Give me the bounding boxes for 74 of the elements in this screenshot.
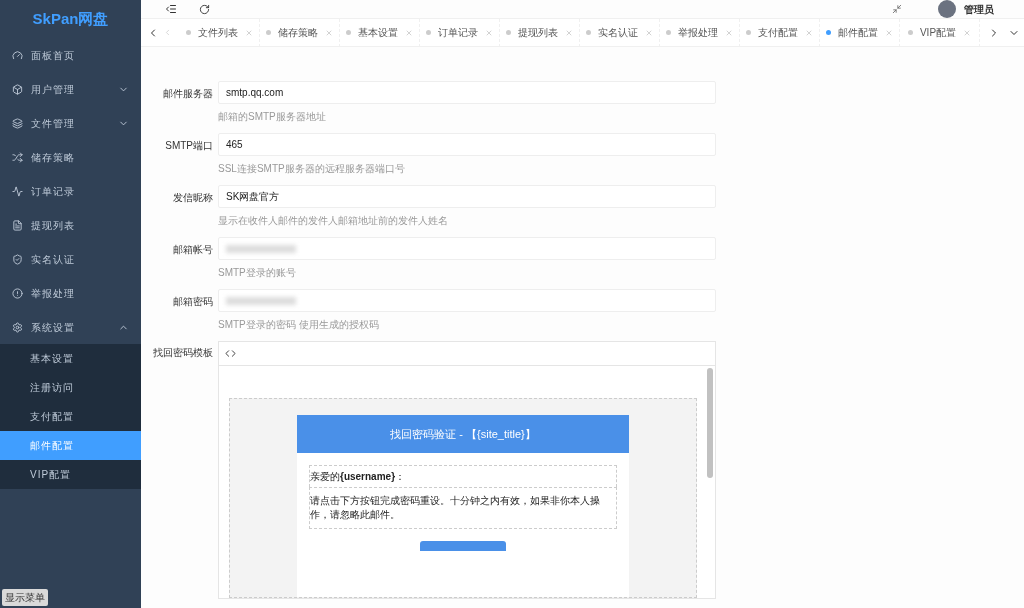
alert-circle-icon — [12, 287, 23, 299]
pulse-icon — [12, 185, 23, 197]
close-icon[interactable] — [485, 28, 493, 37]
greeting: 亲爱的{username}： — [309, 465, 617, 487]
close-icon[interactable] — [645, 28, 653, 37]
field-label: 邮箱密码 — [172, 295, 213, 309]
cube-icon — [12, 83, 23, 95]
rich-text-editor[interactable]: 找回密码验证 - 【{site_title}】 亲爱的{username}： 请点击下方按钮完成密码重设。十分钟之内有效，如果非你本人操作，请忽略此邮件。 — [218, 341, 716, 599]
sidebar-item[interactable]: 实名认证 — [0, 242, 141, 276]
sidebar-item[interactable]: 储存策略 — [0, 140, 141, 174]
submenu-item[interactable]: 支付配置 — [0, 402, 141, 431]
settings-icon — [12, 321, 23, 333]
blurred-input-field[interactable] — [218, 237, 716, 260]
shield-check-icon — [12, 253, 23, 265]
close-icon[interactable] — [805, 28, 813, 37]
scrollbar[interactable] — [707, 368, 713, 478]
blurred-input-field[interactable] — [218, 289, 716, 312]
tab[interactable]: 文件列表 — [180, 18, 260, 47]
submenu-item[interactable]: 注册访问 — [0, 373, 141, 402]
field-label: 发信昵称 — [172, 191, 213, 205]
chevron-left-icon — [163, 28, 172, 37]
field-hint: SMTP登录的账号 — [218, 267, 297, 279]
tab[interactable]: 支付配置 — [740, 18, 820, 47]
blurred-content — [226, 296, 296, 305]
user-name[interactable]: 管理员 — [964, 1, 994, 17]
close-icon[interactable] — [963, 28, 972, 37]
sidebar-item[interactable]: 举报处理 — [0, 276, 141, 310]
field-label: 邮件服务器 — [162, 87, 213, 101]
field-label: 邮箱帐号 — [172, 243, 213, 257]
field-label: SMTP端口 — [164, 139, 213, 153]
shuffle-icon — [12, 151, 23, 163]
show-menu-button[interactable]: 显示菜单 — [2, 589, 48, 606]
layers-icon — [12, 117, 23, 129]
field-label: 找回密码模板 — [152, 346, 213, 360]
tab[interactable]: 储存策略 — [260, 18, 340, 47]
document-icon — [12, 219, 23, 231]
sidebar-item[interactable]: 用户管理 — [0, 72, 141, 106]
field-hint: 显示在收件人邮件的发件人邮箱地址前的发件人姓名 — [218, 215, 449, 227]
sidebar-item[interactable]: 系统设置 — [0, 310, 141, 344]
close-icon[interactable] — [245, 28, 253, 37]
blurred-content — [226, 244, 296, 253]
fullscreen-icon[interactable] — [892, 4, 902, 14]
refresh-icon[interactable] — [199, 3, 210, 15]
tab[interactable]: 邮件配置 — [820, 18, 900, 47]
close-icon[interactable] — [405, 28, 413, 37]
avatar[interactable] — [938, 0, 956, 18]
close-icon[interactable] — [725, 28, 733, 37]
sidebar-item[interactable]: 面板首页 — [0, 38, 141, 72]
gauge-icon — [12, 49, 23, 61]
close-icon[interactable] — [565, 28, 573, 37]
collapse-menu-icon[interactable] — [165, 3, 177, 15]
tab[interactable]: 基本设置 — [340, 18, 420, 47]
tab[interactable]: VIP配置 — [900, 18, 980, 47]
logo: SkPan网盘 — [31, 8, 110, 29]
submenu-item[interactable]: VIP配置 — [0, 460, 141, 489]
input-field[interactable]: SK网盘官方 — [218, 185, 716, 208]
input-field[interactable]: 465 — [218, 133, 716, 156]
sidebar-item[interactable]: 文件管理 — [0, 106, 141, 140]
tab[interactable]: 订单记录 — [420, 18, 500, 47]
code-icon[interactable] — [225, 348, 236, 359]
tab[interactable]: 实名认证 — [580, 18, 660, 47]
field-hint: SSL连接SMTP服务器的远程服务器端口号 — [218, 163, 406, 175]
field-hint: 邮箱的SMTP服务器地址 — [218, 111, 327, 123]
close-icon[interactable] — [325, 28, 333, 37]
tab[interactable]: 提现列表 — [500, 18, 580, 47]
close-icon[interactable] — [885, 28, 893, 37]
tab[interactable]: 举报处理 — [660, 18, 740, 47]
submenu-item[interactable]: 基本设置 — [0, 344, 141, 373]
field-hint: SMTP登录的密码 使用生成的授权码 — [218, 319, 380, 331]
email-body: 请点击下方按钮完成密码重设。十分钟之内有效，如果非你本人操作，请忽略此邮件。 — [309, 487, 617, 529]
sidebar-item[interactable]: 提现列表 — [0, 208, 141, 242]
sidebar-item[interactable]: 订单记录 — [0, 174, 141, 208]
email-header: 找回密码验证 - 【{site_title}】 — [297, 415, 629, 453]
input-field[interactable]: smtp.qq.com — [218, 81, 716, 104]
